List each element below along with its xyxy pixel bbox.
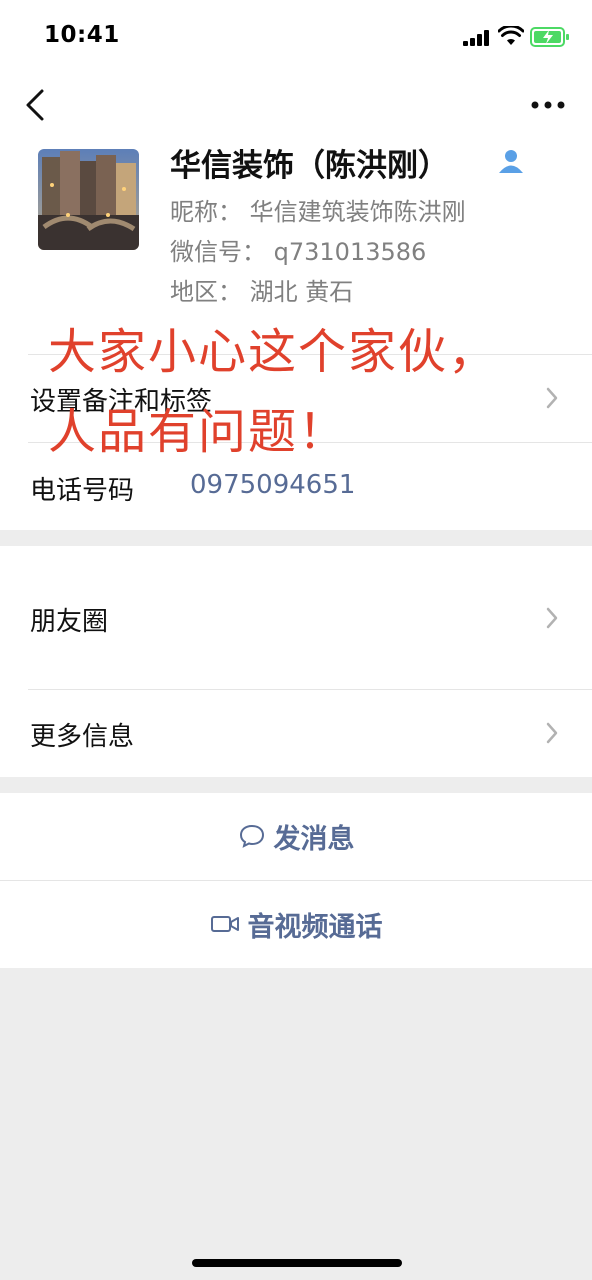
- wechat-id-line: 微信号： q731013586: [170, 238, 427, 266]
- send-message-label: 发消息: [273, 823, 355, 855]
- video-call-button[interactable]: 音视频通话: [0, 881, 592, 967]
- chevron-right-icon: [546, 722, 558, 744]
- more-dots-icon[interactable]: [530, 100, 566, 110]
- chevron-right-icon: [546, 607, 558, 629]
- contact-person-icon: [499, 150, 523, 173]
- send-message-button[interactable]: 发消息: [0, 793, 592, 879]
- more-info-label: 更多信息: [30, 722, 135, 752]
- moments-row[interactable]: 朋友圈: [0, 546, 592, 689]
- overlay-warning-line-2: 人品有问题！: [48, 404, 349, 460]
- overlay-warning-line-1: 大家小心这个家伙，: [48, 324, 499, 380]
- signal-icon: [463, 30, 489, 46]
- moments-group: 朋友圈 更多信息: [0, 546, 592, 777]
- phone-number-link[interactable]: 0975094651: [190, 470, 355, 500]
- home-indicator[interactable]: [192, 1259, 402, 1267]
- status-time: 10:41: [44, 22, 120, 48]
- display-name: 华信装饰（陈洪刚）: [170, 148, 449, 184]
- battery-charging-icon: [530, 27, 569, 47]
- chevron-left-icon[interactable]: [22, 88, 50, 122]
- avatar[interactable]: [38, 149, 139, 250]
- chat-bubble-icon: [239, 824, 264, 848]
- nav-bar: [0, 72, 592, 136]
- more-info-row[interactable]: 更多信息: [0, 689, 592, 777]
- actions-group: 发消息 音视频通话: [0, 793, 592, 968]
- nickname-line: 昵称： 华信建筑装饰陈洪刚: [170, 198, 466, 226]
- wifi-icon: [498, 26, 524, 45]
- status-bar: 10:41: [0, 0, 592, 72]
- video-call-label: 音视频通话: [247, 911, 383, 943]
- moments-label: 朋友圈: [30, 607, 109, 637]
- region-line: 地区： 湖北 黄石: [170, 278, 354, 306]
- video-camera-icon: [210, 916, 239, 932]
- chevron-right-icon: [546, 387, 558, 409]
- phone-label: 电话号码: [30, 476, 135, 506]
